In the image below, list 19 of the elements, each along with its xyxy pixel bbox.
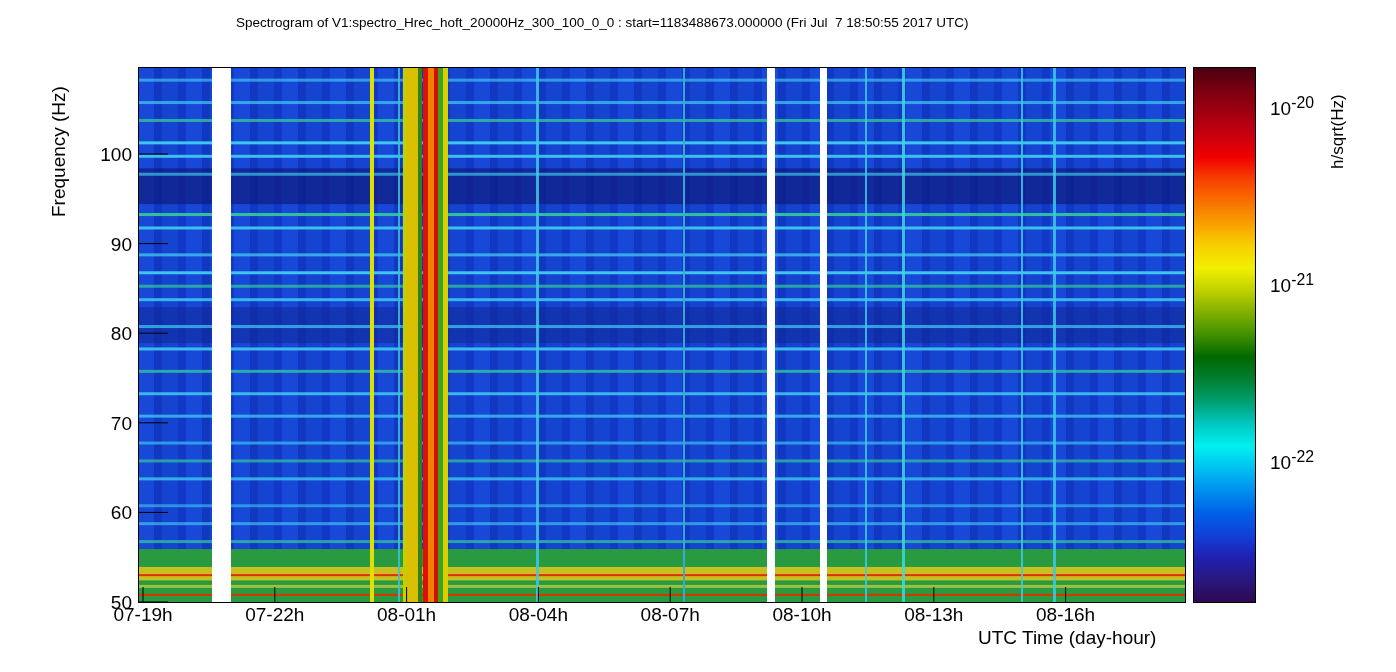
x-tick-label: 08-13h: [904, 605, 964, 625]
x-tick-label: 08-16h: [1036, 605, 1096, 625]
x-tick-label: 07-22h: [245, 605, 305, 625]
y-tick-label: 70: [110, 413, 132, 434]
x-tick-label: 08-04h: [508, 605, 568, 625]
y-tick-label: 80: [110, 324, 132, 345]
color-scale-tick-label: 10$^{-21}$: [1270, 270, 1315, 298]
color-scale-tick-label: 10$^{-22}$: [1270, 447, 1315, 475]
plot-title: Spectrogram of V1:spectro_Hrec_hoft_20000Hz_300_100_0_0 : start=1183488673.000000 (Fri Jul 7 18:50:55 2017 UTC): [236, 14, 970, 32]
y-tick-label: 90: [110, 234, 132, 255]
y-tick-label: 60: [110, 503, 132, 524]
x-tick-label: 08-07h: [640, 605, 700, 625]
color-scale-label: h/sqrt(Hz): [1328, 94, 1348, 169]
x-axis-label: UTC Time (day-hour): [978, 627, 1157, 649]
color-scale-tick-label: 10$^{-20}$: [1270, 93, 1315, 121]
y-axis-label: Frequency (Hz): [48, 86, 70, 217]
x-tick-label: 08-10h: [772, 605, 832, 625]
y-tick-label: 100: [100, 145, 132, 165]
x-tick-label: 08-01h: [377, 605, 437, 625]
